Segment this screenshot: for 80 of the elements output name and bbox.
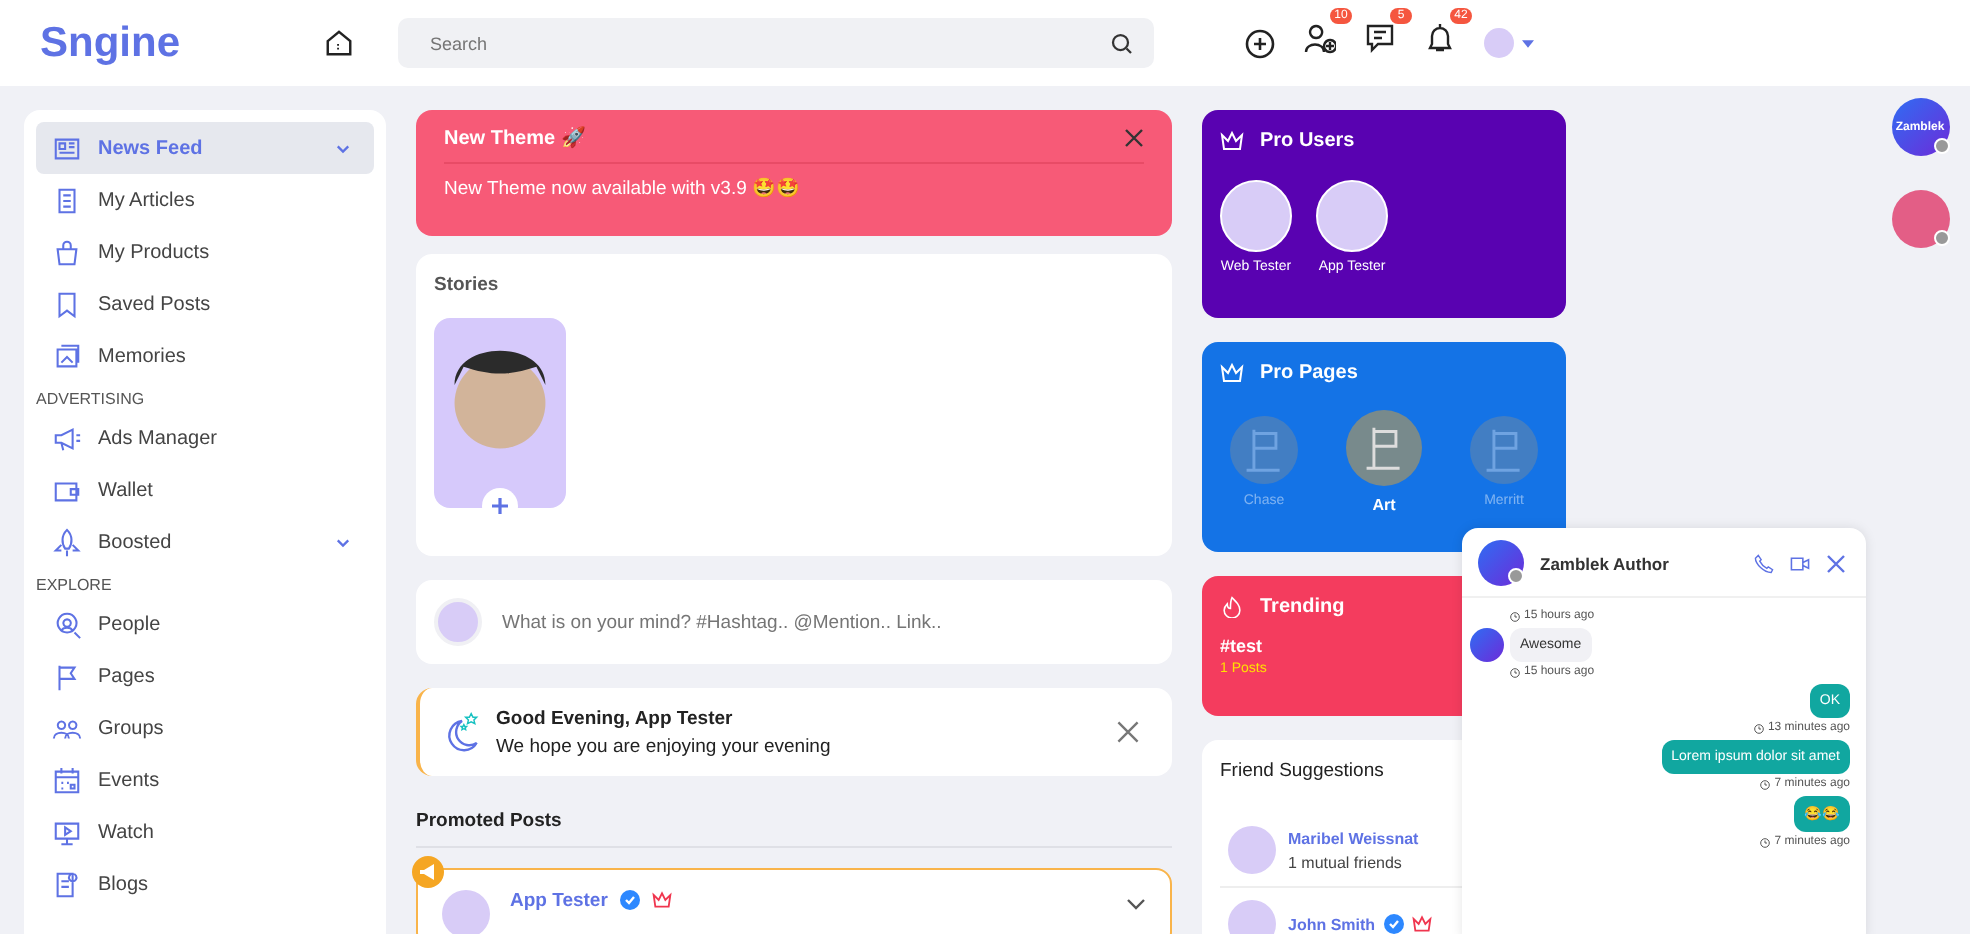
clock-icon [1760,837,1771,847]
bell-icon[interactable] [1424,22,1456,54]
flag-icon [1242,428,1286,472]
crown-icon [1220,362,1244,384]
hashtag-link[interactable]: #test [1220,636,1263,656]
logo[interactable]: Sngine [40,19,324,67]
blog-icon [52,869,82,899]
video-camera-icon[interactable] [1790,553,1810,573]
close-icon[interactable] [1116,720,1140,744]
section-title: Promoted Posts [416,810,564,832]
card-title: Pro Pages [1260,362,1358,384]
sidebar-item[interactable]: Memories [36,330,374,382]
person-plus-icon[interactable] [1304,22,1336,54]
close-icon[interactable] [1826,553,1846,573]
chat-avatar[interactable] [1478,540,1524,586]
user-avatar [434,598,482,646]
author-name[interactable]: App Tester [510,890,608,912]
user-name[interactable]: John Smith [1288,915,1376,933]
photos-icon [52,341,82,371]
clock-icon [1510,611,1520,621]
search-input[interactable]: Search [426,31,1110,55]
greeting-title: Good Evening, App Tester [496,707,735,729]
announcement-title: New Theme 🚀 [444,126,585,150]
flag-icon [1482,428,1526,472]
clock-icon [1760,779,1771,789]
sidebar-item[interactable]: My Products [36,226,374,278]
sidebar-item[interactable]: Watch [36,806,374,858]
add-icon[interactable] [1244,27,1276,59]
chevron-icon[interactable] [1126,898,1146,910]
plus-icon [490,496,510,516]
stories-title: Stories [434,274,501,296]
section-heading: ADVERTISING [36,388,147,412]
calendar-icon [52,765,82,795]
chevron-icon[interactable] [336,143,350,153]
search-field[interactable]: Search [398,18,1154,68]
flag-icon [1362,426,1406,470]
monitor-play-icon [52,817,82,847]
announcement-text: New Theme now available with v3.9 🤩🤩 [444,176,803,200]
home-icon[interactable] [324,28,354,58]
chat-avatar [1470,628,1504,662]
sidebar-item[interactable]: Wallet [36,464,374,516]
document-icon [52,185,82,215]
caret-icon[interactable] [1522,39,1534,47]
search-icon[interactable] [1110,31,1134,55]
chat-avatar[interactable] [1891,190,1949,248]
person-search-icon [52,609,82,639]
crown-icon [1220,130,1244,152]
sidebar-item[interactable]: Boosted [36,516,374,568]
flag-icon [52,661,82,691]
sidebar-item[interactable]: My Articles [36,174,374,226]
card-title: Pro Users [1260,130,1355,152]
megaphone-icon [52,423,82,453]
shopping-bag-icon [52,237,82,267]
newspaper-icon [52,133,82,163]
user-avatar[interactable] [1220,180,1292,252]
sidebar-item[interactable]: Groups [36,702,374,754]
close-icon[interactable] [1124,128,1144,148]
chevron-icon[interactable] [336,537,350,547]
sidebar-item[interactable]: Blogs [36,858,374,910]
phone-icon[interactable] [1754,553,1774,573]
section-heading: EXPLORE [36,574,114,598]
post-composer[interactable]: What is on your mind? #Hashtag.. @Mention.. Link.. [416,580,1172,664]
clock-icon [1753,723,1764,733]
bookmark-icon [52,289,82,319]
chat-icon[interactable] [1364,22,1396,54]
sidebar-item[interactable]: Ads Manager [36,412,374,464]
card-title: Trending [1260,596,1345,618]
clock-icon [1510,667,1520,677]
sidebar-item[interactable]: Pages [36,650,374,702]
sidebar-item[interactable]: Saved Posts [36,278,374,330]
chat-contact-name[interactable]: Zamblek Author [1540,553,1738,573]
sidebar-item[interactable]: Events [36,754,374,806]
mutual-friends: 1 mutual friends [1288,853,1404,871]
user-avatar[interactable] [1316,180,1388,252]
user-name[interactable]: Maribel Weissnat [1288,829,1419,847]
flame-icon [1220,596,1244,618]
card-title: Friend Suggestions [1220,760,1386,782]
rocket-icon [52,527,82,557]
greeting-text: We hope you are enjoying your evening [496,735,833,757]
sidebar-item[interactable]: People [36,598,374,650]
